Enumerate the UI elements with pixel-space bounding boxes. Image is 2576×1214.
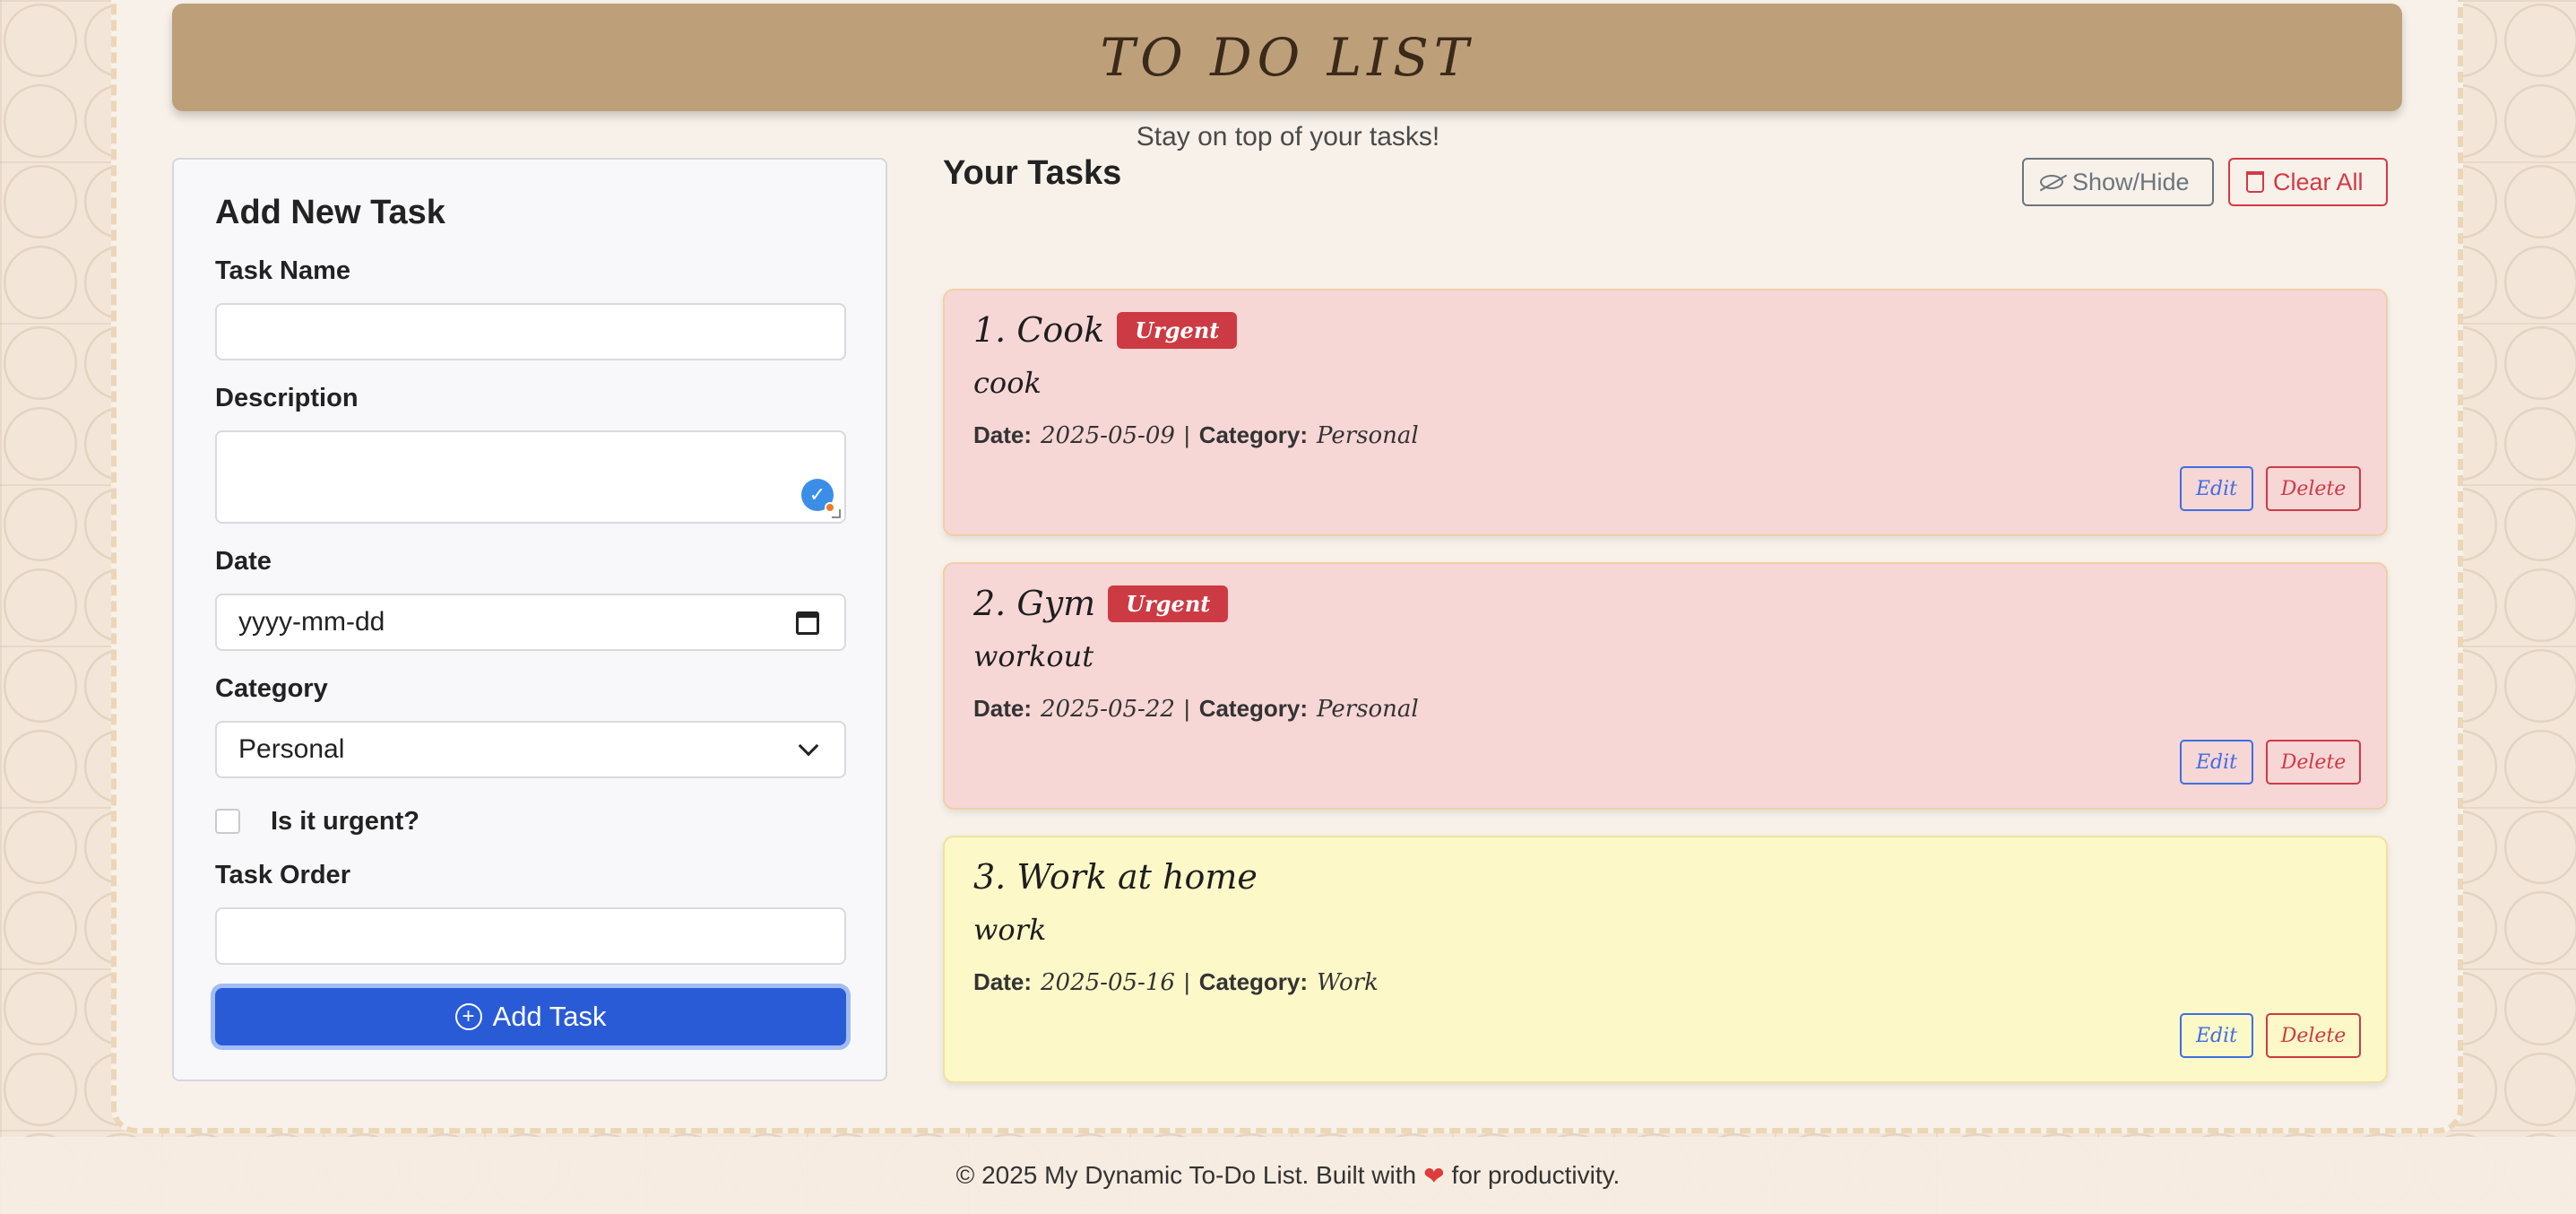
category-key: Category: bbox=[1198, 695, 1309, 722]
task-card: 1. Cook Urgent cook Date: 2025-05-09 | C… bbox=[943, 289, 2388, 536]
task-name-label: Task Name bbox=[215, 256, 350, 285]
tasks-title: Your Tasks bbox=[943, 154, 1122, 192]
grammar-check-icon[interactable]: ✓ bbox=[801, 479, 835, 513]
date-key: Date: bbox=[973, 695, 1033, 722]
heart-icon: ❤ bbox=[1423, 1161, 1445, 1190]
task-date: 2025-05-09 bbox=[1041, 422, 1175, 449]
task-description: workout bbox=[973, 639, 1094, 673]
task-meta: Date: 2025-05-22 | Category: Personal bbox=[973, 695, 1419, 723]
task-card: 3. Work at home work Date: 2025-05-16 | … bbox=[943, 836, 2388, 1083]
chevron-down-icon bbox=[798, 735, 819, 757]
task-date: 2025-05-22 bbox=[1041, 696, 1175, 723]
page-header: TO DO LIST bbox=[172, 4, 2402, 111]
task-description: work bbox=[973, 913, 1047, 947]
task-name: 3. Work at home bbox=[973, 857, 1258, 897]
delete-task-button[interactable]: Delete bbox=[2266, 740, 2361, 785]
task-name: 1. Cook bbox=[973, 310, 1105, 350]
page-subtitle: Stay on top of your tasks! bbox=[1136, 122, 1440, 152]
urgent-badge: Urgent bbox=[1108, 585, 1229, 622]
task-category: Personal bbox=[1317, 696, 1419, 723]
category-label: Category bbox=[215, 674, 328, 703]
footer-text-start: © 2025 My Dynamic To-Do List. Built with bbox=[955, 1161, 1417, 1189]
delete-task-button[interactable]: Delete bbox=[2266, 466, 2361, 511]
urgent-badge: Urgent bbox=[1117, 311, 1238, 349]
urgent-checkbox[interactable] bbox=[215, 809, 240, 834]
date-label: Date bbox=[215, 547, 272, 576]
task-order-input[interactable] bbox=[215, 907, 846, 965]
category-select[interactable]: Personal bbox=[215, 721, 846, 778]
plus-circle-icon: + bbox=[454, 1003, 482, 1030]
calendar-icon[interactable] bbox=[796, 611, 819, 635]
task-name: 2. Gym bbox=[973, 584, 1096, 623]
date-key: Date: bbox=[973, 968, 1033, 995]
task-category: Work bbox=[1317, 969, 1379, 996]
task-description: cook bbox=[973, 366, 1042, 400]
date-placeholder: yyyy-mm-dd bbox=[238, 607, 385, 637]
delete-task-button[interactable]: Delete bbox=[2266, 1013, 2361, 1058]
edit-task-button[interactable]: Edit bbox=[2180, 1013, 2253, 1058]
page-footer: © 2025 My Dynamic To-Do List. Built with… bbox=[0, 1137, 2576, 1214]
meta-separator: | bbox=[1183, 695, 1190, 722]
edit-task-button[interactable]: Edit bbox=[2180, 740, 2253, 785]
task-heading: 3. Work at home bbox=[973, 857, 1258, 897]
description-label: Description bbox=[215, 384, 359, 412]
task-heading: 1. Cook Urgent bbox=[973, 310, 1238, 350]
task-order-label: Task Order bbox=[215, 861, 350, 889]
task-name-input[interactable] bbox=[215, 303, 846, 360]
task-heading: 2. Gym Urgent bbox=[973, 584, 1229, 623]
eye-slash-icon bbox=[2040, 175, 2063, 189]
meta-separator: | bbox=[1183, 968, 1190, 995]
clear-all-button[interactable]: Clear All bbox=[2228, 158, 2388, 206]
category-key: Category: bbox=[1198, 968, 1309, 995]
add-task-button[interactable]: + Add Task bbox=[215, 988, 846, 1045]
form-title: Add New Task bbox=[215, 194, 445, 231]
date-input[interactable]: yyyy-mm-dd bbox=[215, 594, 846, 651]
task-meta: Date: 2025-05-09 | Category: Personal bbox=[973, 421, 1419, 449]
task-card: 2. Gym Urgent workout Date: 2025-05-22 |… bbox=[943, 562, 2388, 810]
show-hide-label: Show/Hide bbox=[2072, 168, 2190, 195]
trash-icon bbox=[2246, 171, 2264, 193]
task-category: Personal bbox=[1317, 422, 1419, 449]
meta-separator: | bbox=[1183, 421, 1190, 448]
category-selected-value: Personal bbox=[238, 734, 345, 764]
footer-text-end: for productivity. bbox=[1451, 1161, 1621, 1189]
clear-all-label: Clear All bbox=[2273, 168, 2364, 195]
urgent-label[interactable]: Is it urgent? bbox=[271, 807, 419, 837]
category-key: Category: bbox=[1198, 421, 1309, 448]
edit-task-button[interactable]: Edit bbox=[2180, 466, 2253, 511]
date-key: Date: bbox=[973, 421, 1033, 448]
task-meta: Date: 2025-05-16 | Category: Work bbox=[973, 968, 1379, 996]
resize-handle-icon[interactable] bbox=[832, 509, 841, 518]
add-task-label: Add Task bbox=[492, 1001, 607, 1032]
page-title: TO DO LIST bbox=[1100, 27, 1474, 88]
description-textarea[interactable]: ✓ bbox=[215, 430, 846, 524]
task-date: 2025-05-16 bbox=[1041, 969, 1175, 996]
add-task-form: Add New Task Task Name Description ✓ Dat… bbox=[172, 158, 887, 1081]
show-hide-button[interactable]: Show/Hide bbox=[2022, 158, 2214, 206]
